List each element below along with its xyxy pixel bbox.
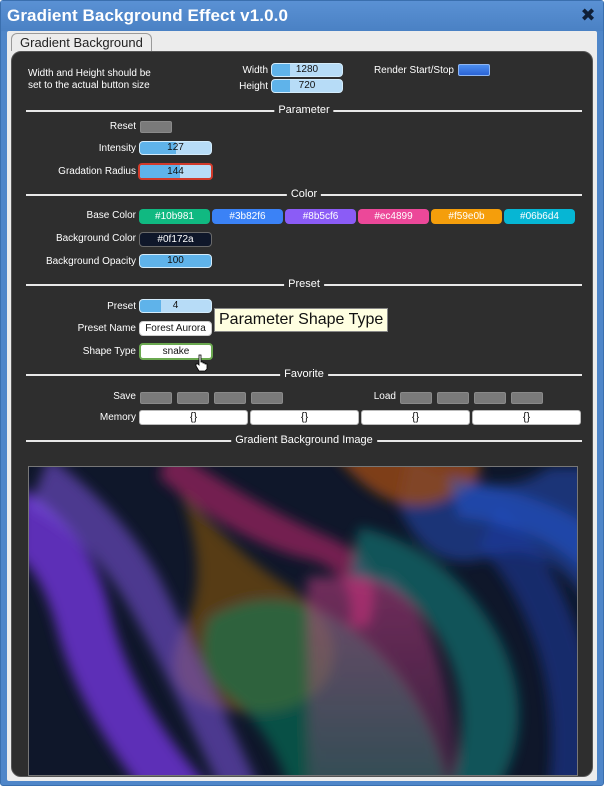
section-parameter-title: Parameter [274, 103, 334, 117]
load-slot-1-button[interactable] [400, 392, 432, 404]
preset-name-field[interactable]: Forest Aurora [139, 321, 212, 336]
shape-type-tooltip: Parameter Shape Type [214, 308, 389, 332]
gradation-radius-label: Gradation Radius [58, 166, 136, 177]
base-color-swatch-6[interactable]: #06b6d4 [504, 209, 575, 224]
section-gradient-background-image: Gradient Background Image [26, 433, 582, 447]
gradation-radius-value: 144 [167, 166, 184, 177]
memory-slot-1[interactable]: {} [139, 410, 248, 425]
memory-slot-2[interactable]: {} [250, 410, 359, 425]
section-favorite-title: Favorite [280, 367, 328, 381]
base-color-swatch-4[interactable]: #ec4899 [358, 209, 429, 224]
render-start-stop-button[interactable] [458, 64, 490, 76]
gradation-radius-slider[interactable]: 144 [138, 163, 213, 180]
preset-value: 4 [172, 300, 179, 311]
width-slider[interactable]: 1280 [271, 63, 343, 77]
section-parameter: Parameter [26, 103, 582, 117]
background-opacity-slider[interactable]: 100 [139, 254, 212, 268]
width-value: 1280 [295, 64, 319, 75]
intensity-slider[interactable]: 127 [139, 141, 212, 155]
memory-slot-3[interactable]: {} [361, 410, 470, 425]
window-title: Gradient Background Effect v1.0.0 [7, 6, 289, 25]
memory-slot-4[interactable]: {} [472, 410, 581, 425]
app-window: Gradient Background Effect v1.0.0 ✖ Grad… [0, 0, 604, 786]
height-slider[interactable]: 720 [271, 79, 343, 93]
section-image-title: Gradient Background Image [231, 433, 377, 447]
main-panel: Width and Height should be set to the ac… [11, 51, 593, 777]
title-bar[interactable]: Gradient Background Effect v1.0.0 ✖ [1, 1, 603, 31]
base-color-label: Base Color [86, 210, 136, 221]
background-opacity-label: Background Opacity [45, 256, 136, 267]
gradient-background-image [29, 467, 577, 775]
window-client: Gradient Background Width and Height sho… [7, 31, 597, 781]
intensity-label: Intensity [98, 143, 136, 154]
base-color-swatch-3[interactable]: #8b5cf6 [285, 209, 356, 224]
width-label: Width [242, 65, 268, 76]
section-color: Color [26, 187, 582, 201]
memory-label: Memory [99, 412, 136, 423]
close-icon[interactable]: ✖ [579, 5, 597, 25]
intensity-value: 127 [167, 142, 184, 153]
tab-gradient-background[interactable]: Gradient Background [11, 33, 152, 51]
background-color-label: Background Color [55, 233, 136, 244]
section-color-title: Color [286, 187, 322, 201]
save-label: Save [113, 391, 136, 402]
gradient-background-preview[interactable] [28, 466, 578, 776]
preset-name-label: Preset Name [77, 323, 136, 334]
base-color-swatch-2[interactable]: #3b82f6 [212, 209, 283, 224]
preset-label: Preset [107, 301, 136, 312]
save-slot-4-button[interactable] [251, 392, 283, 404]
load-slot-2-button[interactable] [437, 392, 469, 404]
size-note-line2: set to the actual button size [28, 80, 150, 91]
reset-label: Reset [109, 121, 136, 132]
reset-button[interactable] [140, 121, 172, 133]
load-slot-3-button[interactable] [474, 392, 506, 404]
size-note-line1: Width and Height should be [28, 68, 151, 79]
base-color-swatch-5[interactable]: #f59e0b [431, 209, 502, 224]
height-label: Height [239, 81, 268, 92]
save-slot-1-button[interactable] [140, 392, 172, 404]
background-color-field[interactable]: #0f172a [139, 232, 212, 247]
preset-slider[interactable]: 4 [139, 299, 212, 313]
section-preset-title: Preset [284, 277, 324, 291]
shape-type-label: Shape Type [82, 346, 136, 357]
load-slot-4-button[interactable] [511, 392, 543, 404]
save-slot-3-button[interactable] [214, 392, 246, 404]
render-label: Render Start/Stop [373, 65, 454, 76]
section-preset: Preset [26, 277, 582, 291]
background-opacity-value: 100 [167, 255, 184, 266]
height-value: 720 [298, 80, 316, 91]
base-color-swatch-1[interactable]: #10b981 [139, 209, 210, 224]
load-label: Load [373, 391, 396, 402]
section-favorite: Favorite [26, 367, 582, 381]
save-slot-2-button[interactable] [177, 392, 209, 404]
